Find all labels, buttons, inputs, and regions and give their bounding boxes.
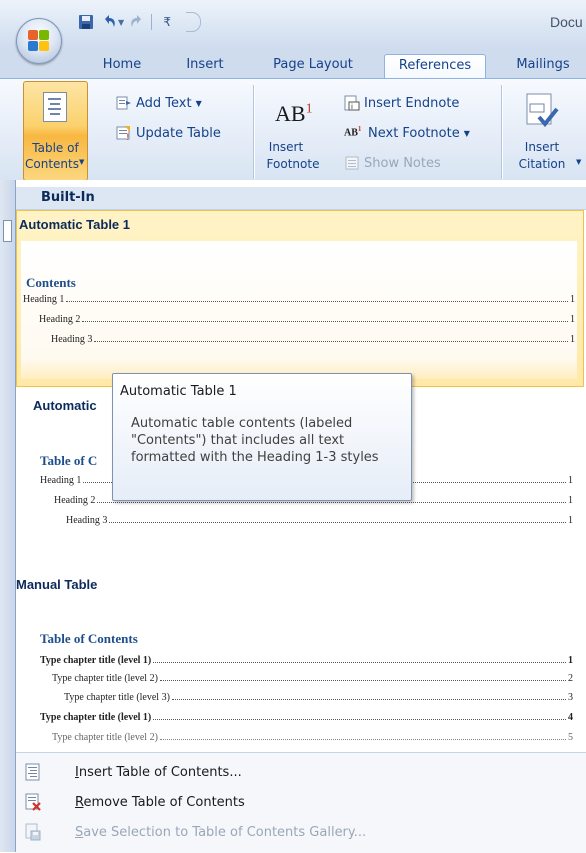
tab-home[interactable]: Home (92, 54, 152, 78)
preview-line: Heading 21 (39, 314, 575, 325)
insert-endnote-button[interactable]: i Insert Endnote (344, 92, 459, 114)
insert-endnote-label: Insert Endnote (364, 95, 460, 111)
next-footnote-label: Next Footnote (368, 125, 460, 141)
toc-document-icon (43, 92, 67, 122)
save-selection-menu-item[interactable]: Save Selection to Table of Contents Gall… (16, 817, 586, 847)
window-title: Docu (550, 14, 583, 30)
insert-citation-dropdown-icon: ▼ (576, 158, 582, 166)
add-text-label: Add Text (136, 95, 192, 111)
next-footnote-button[interactable]: AB1 Next Footnote ▼ (344, 122, 470, 144)
insert-citation-line2: Citation (518, 157, 566, 171)
preview-heading-table-of-contents: Table of Contents (40, 631, 138, 646)
footnote-ab-icon: AB1 (275, 101, 313, 127)
redo-icon[interactable] (124, 11, 148, 33)
show-notes-icon (344, 155, 360, 171)
gallery-menu: Insert Table of Contents... Remove Table… (16, 752, 586, 853)
table-of-contents-button[interactable]: Table of Contents ▼ (23, 81, 88, 181)
ribbon-tabs: Home Insert Page Layout References Maili… (0, 50, 586, 79)
update-table-icon: ! (116, 125, 132, 143)
title-bar: ▼ ₹ Docu (0, 0, 586, 50)
save-selection-label: Save Selection to Table of Contents Gall… (75, 824, 367, 840)
automatic-table-1-preview: Contents Heading 11 Heading 21 Heading 3… (21, 241, 577, 379)
toc-dropdown-arrow-icon: ▼ (79, 158, 85, 166)
tooltip-title: Automatic Table 1 (120, 384, 237, 399)
next-footnote-dropdown-icon: ▼ (463, 128, 470, 138)
update-table-button[interactable]: ! Update Table (116, 122, 221, 144)
gallery-item-automatic-table-1[interactable]: Automatic Table 1 Contents Heading 11 He… (16, 210, 584, 387)
show-notes-label: Show Notes (364, 155, 441, 171)
update-table-label: Update Table (136, 125, 221, 141)
insert-citation-icon (526, 93, 559, 128)
insert-toc-menu-item[interactable]: Insert Table of Contents... (16, 757, 586, 787)
preview-line: Heading 11 (23, 294, 575, 305)
automatic-table-2-title: Automatic (33, 398, 97, 413)
ribbon-group-separator (253, 85, 254, 179)
insert-footnote-button[interactable]: AB1 Insert Footnote (260, 83, 326, 179)
save-selection-icon (25, 823, 41, 841)
insert-toc-label: Insert Table of Contents... (75, 764, 242, 780)
preview-line: Type chapter title (level 2) 2 (52, 673, 573, 684)
preview-line: Heading 31 (66, 515, 573, 526)
tab-page-layout[interactable]: Page Layout (258, 54, 368, 78)
preview-heading-contents: Contents (26, 275, 76, 290)
preview-heading-table-of-contents: Table of C (40, 453, 98, 468)
svg-text:i: i (351, 103, 353, 111)
tab-insert[interactable]: Insert (175, 54, 235, 78)
tooltip: Automatic Table 1 Automatic table conten… (112, 373, 412, 501)
ab-superscript: 1 (305, 101, 313, 117)
insert-citation-button[interactable]: Insert Citation ▼ (510, 83, 586, 179)
office-logo-icon (28, 30, 50, 52)
insert-footnote-line2: Footnote (266, 157, 320, 171)
next-footnote-icon: AB1 (344, 125, 362, 139)
preview-line: Type chapter title (level 3) 3 (64, 692, 573, 703)
insert-endnote-icon: i (344, 95, 360, 111)
quick-access-toolbar: ▼ ₹ (74, 10, 179, 34)
ab-glyph: AB (275, 101, 306, 126)
remove-toc-icon (25, 793, 41, 811)
insert-toc-icon (25, 763, 40, 781)
add-text-icon (116, 95, 132, 111)
insert-citation-line1: Insert (524, 140, 560, 154)
builtin-section-header: Built-In (16, 187, 586, 210)
add-text-dropdown-icon: ▼ (195, 98, 202, 108)
gallery-item-manual-table[interactable]: Manual Table Table of Contents Type chap… (16, 566, 586, 752)
ribbon-group-separator (501, 85, 502, 179)
svg-text:!: ! (126, 133, 130, 141)
manual-table-title: Manual Table (16, 577, 98, 592)
preview-line: Heading 31 (51, 334, 575, 345)
preview-line: Type chapter title (level 2) 5 (52, 732, 573, 743)
customize-icon[interactable]: ₹ (155, 11, 179, 33)
ribbon: Table of Contents ▼ Add Text ▼ ! Update … (0, 78, 586, 182)
office-button[interactable] (16, 18, 62, 64)
preview-line: Type chapter title (level 1) 1 (40, 655, 573, 666)
add-text-button[interactable]: Add Text ▼ (116, 92, 202, 114)
preview-line: Type chapter title (level 1) 4 (40, 712, 573, 723)
save-icon[interactable] (74, 11, 98, 33)
tooltip-body: Automatic table contents (labeled "Conte… (131, 416, 379, 465)
insert-footnote-line1: Insert (268, 140, 304, 154)
qat-edge (186, 12, 201, 32)
qat-separator (151, 14, 153, 30)
tab-mailings[interactable]: Mailings (498, 54, 586, 78)
tab-references[interactable]: References (384, 54, 486, 79)
remove-toc-label: Remove Table of Contents (75, 794, 245, 810)
toc-label-line2: Contents (25, 157, 79, 171)
remove-toc-menu-item[interactable]: Remove Table of Contents (16, 787, 586, 817)
show-notes-button[interactable]: Show Notes (344, 152, 441, 174)
ruler-marker (3, 220, 12, 242)
document-left-margin (0, 180, 15, 852)
toc-label-line1: Table of (32, 141, 79, 155)
automatic-table-1-title: Automatic Table 1 (19, 217, 131, 232)
